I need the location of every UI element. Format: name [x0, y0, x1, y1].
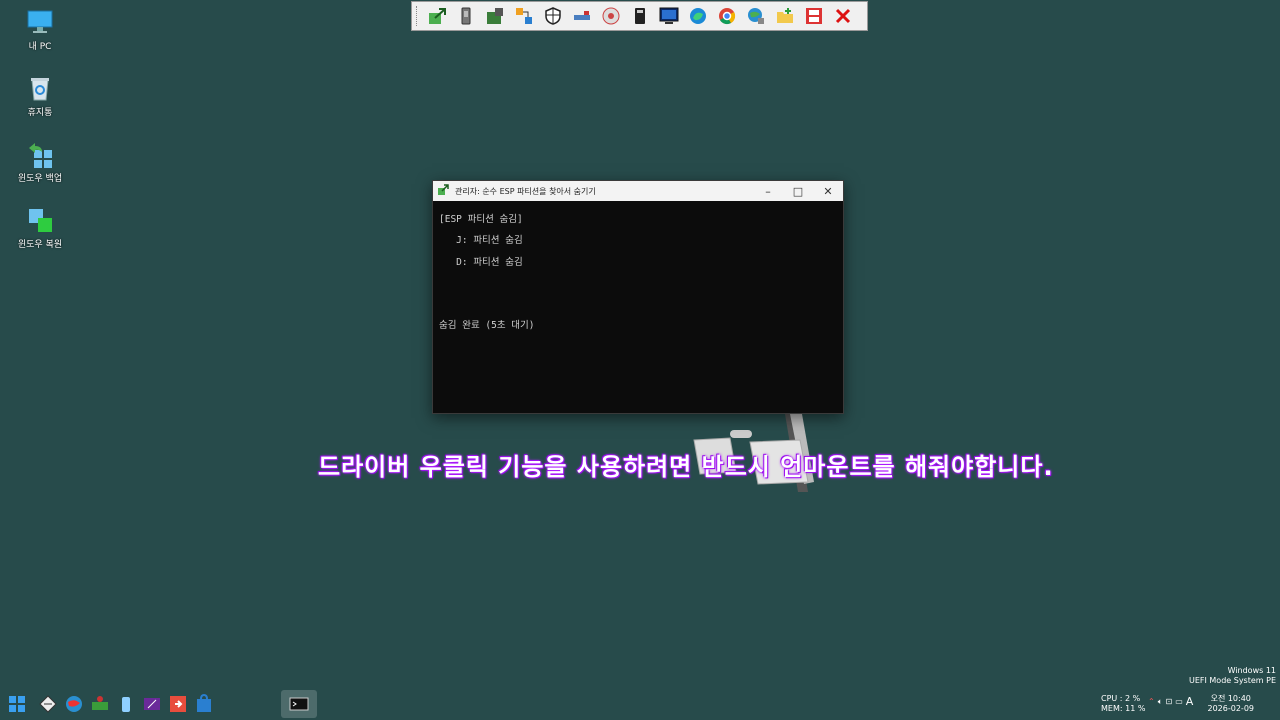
media-icon — [144, 698, 160, 710]
close-icon[interactable] — [830, 4, 855, 28]
git-icon — [170, 696, 186, 712]
minimize-button[interactable]: – — [753, 181, 783, 201]
console-line: J: 파티션 숨김 — [439, 235, 523, 247]
taskbar-app-bottle[interactable] — [114, 692, 138, 716]
diamond-tool-icon — [39, 695, 57, 713]
hardware-icon[interactable] — [482, 4, 507, 28]
lock-icon[interactable]: ⊡ — [1166, 697, 1173, 707]
recycle-bin-icon — [26, 74, 54, 102]
os-info-line2: UEFI Mode System PE — [1188, 676, 1276, 685]
desktop-icon-label: 윈도우 백업 — [17, 174, 63, 184]
console-output: [ESP 파티션 숨김] J: 파티션 숨김 D: 파티션 숨김 ​​ 숨김 완료 … — [433, 201, 843, 345]
quick-launch-toolbar — [411, 1, 868, 31]
share-icon[interactable] — [424, 4, 449, 28]
network-icon[interactable] — [569, 4, 594, 28]
disk-icon[interactable] — [598, 4, 623, 28]
store-icon — [197, 694, 211, 712]
maximize-button[interactable]: □ — [783, 181, 813, 201]
window-title: 관리자: 순수 ESP 파티션을 찾아서 숨기기 — [455, 186, 596, 196]
desktop-icon-my-pc[interactable]: 내 PC — [10, 8, 70, 52]
console-line: D: 파티션 숨김 — [439, 256, 523, 268]
globe-icon[interactable] — [743, 4, 768, 28]
restore-icon — [26, 206, 54, 234]
os-info-line1: Windows 11 — [1227, 666, 1276, 675]
overlay-caption: 드라이버 우클릭 기능을 사용하려면 반드시 언마운트를 해줘야합니다. — [318, 453, 1054, 481]
taskbar-app-console[interactable] — [281, 690, 317, 718]
desktop-icon-windows-restore[interactable]: 윈도우 복원 — [10, 206, 70, 250]
resource-monitor: CPU : 2 % MEM: 11 % — [1101, 694, 1145, 714]
start-button[interactable] — [5, 692, 29, 716]
volume-icon[interactable]: 🔈︎ — [1158, 697, 1163, 707]
console-line: ​ — [439, 294, 837, 315]
taskbar-app-git[interactable] — [166, 692, 190, 716]
clock-time: 오전 10:40 — [1210, 694, 1251, 703]
taskbar-app-network[interactable] — [88, 692, 112, 716]
chrome-icon[interactable] — [714, 4, 739, 28]
memory-card-icon[interactable] — [627, 4, 652, 28]
taskbar-app-media[interactable] — [140, 692, 164, 716]
network-status-icon[interactable]: ⌃ — [1148, 697, 1155, 707]
cpu-usage: CPU : 2 % — [1101, 694, 1141, 703]
ime-indicator[interactable]: A — [1186, 696, 1194, 707]
desktop-icon-label: 내 PC — [28, 42, 52, 52]
taskbar-app-store[interactable] — [192, 692, 216, 716]
mem-usage: MEM: 11 % — [1101, 704, 1146, 713]
console-line: [ESP 파티션 숨김] — [439, 214, 523, 225]
desktop-icon-label: 윈도우 복원 — [17, 240, 63, 250]
console-line: ​ — [439, 273, 837, 294]
desktop: 내 PC 휴지통 윈도우 백업 윈도우 복원 관리자: 순수 ESP 파티션을 … — [0, 0, 1280, 720]
backup-icon — [26, 140, 54, 168]
taskbar: CPU : 2 % MEM: 11 % ⌃ 🔈︎ ⊡ ▭ A 오전 10:40 … — [0, 688, 1280, 720]
window-titlebar[interactable]: 관리자: 순수 ESP 파티션을 찾아서 숨기기 – □ ✕ — [433, 181, 843, 201]
system-tray: ⌃ 🔈︎ ⊡ ▭ A — [1148, 696, 1194, 707]
console-window[interactable]: 관리자: 순수 ESP 파티션을 찾아서 숨기기 – □ ✕ [ESP 파티션 … — [432, 180, 844, 414]
taskbar-app-tool[interactable] — [36, 692, 60, 716]
taskbar-app-browser[interactable] — [62, 692, 86, 716]
close-button[interactable]: ✕ — [813, 181, 843, 201]
toolbar-grip[interactable] — [416, 6, 420, 26]
folder-add-icon[interactable] — [772, 4, 797, 28]
os-info: Windows 11 UEFI Mode System PE — [1189, 666, 1276, 686]
console-icon — [289, 697, 309, 711]
globe-icon — [66, 696, 82, 712]
console-line: 숨김 완료 (5초 대기) — [439, 320, 535, 332]
display-icon[interactable]: ▭ — [1175, 697, 1183, 707]
monitor-icon — [26, 8, 54, 36]
shield-icon[interactable] — [540, 4, 565, 28]
clock-date: 2026-02-09 — [1207, 704, 1255, 713]
film-icon[interactable] — [801, 4, 826, 28]
edge-icon[interactable] — [685, 4, 710, 28]
clock[interactable]: 오전 10:40 2026-02-09 — [1208, 694, 1255, 714]
network-share-icon[interactable] — [511, 4, 536, 28]
desktop-icon-recycle-bin[interactable]: 휴지통 — [10, 74, 70, 118]
bottle-icon — [122, 697, 130, 712]
network-icon — [92, 696, 108, 710]
desktop-icon-windows-backup[interactable]: 윈도우 백업 — [10, 140, 70, 184]
monitor-settings-icon[interactable] — [656, 4, 681, 28]
console-app-icon — [437, 184, 449, 198]
windows-icon — [9, 696, 25, 712]
usb-drive-icon[interactable] — [453, 4, 478, 28]
desktop-icon-label: 휴지통 — [27, 108, 53, 118]
